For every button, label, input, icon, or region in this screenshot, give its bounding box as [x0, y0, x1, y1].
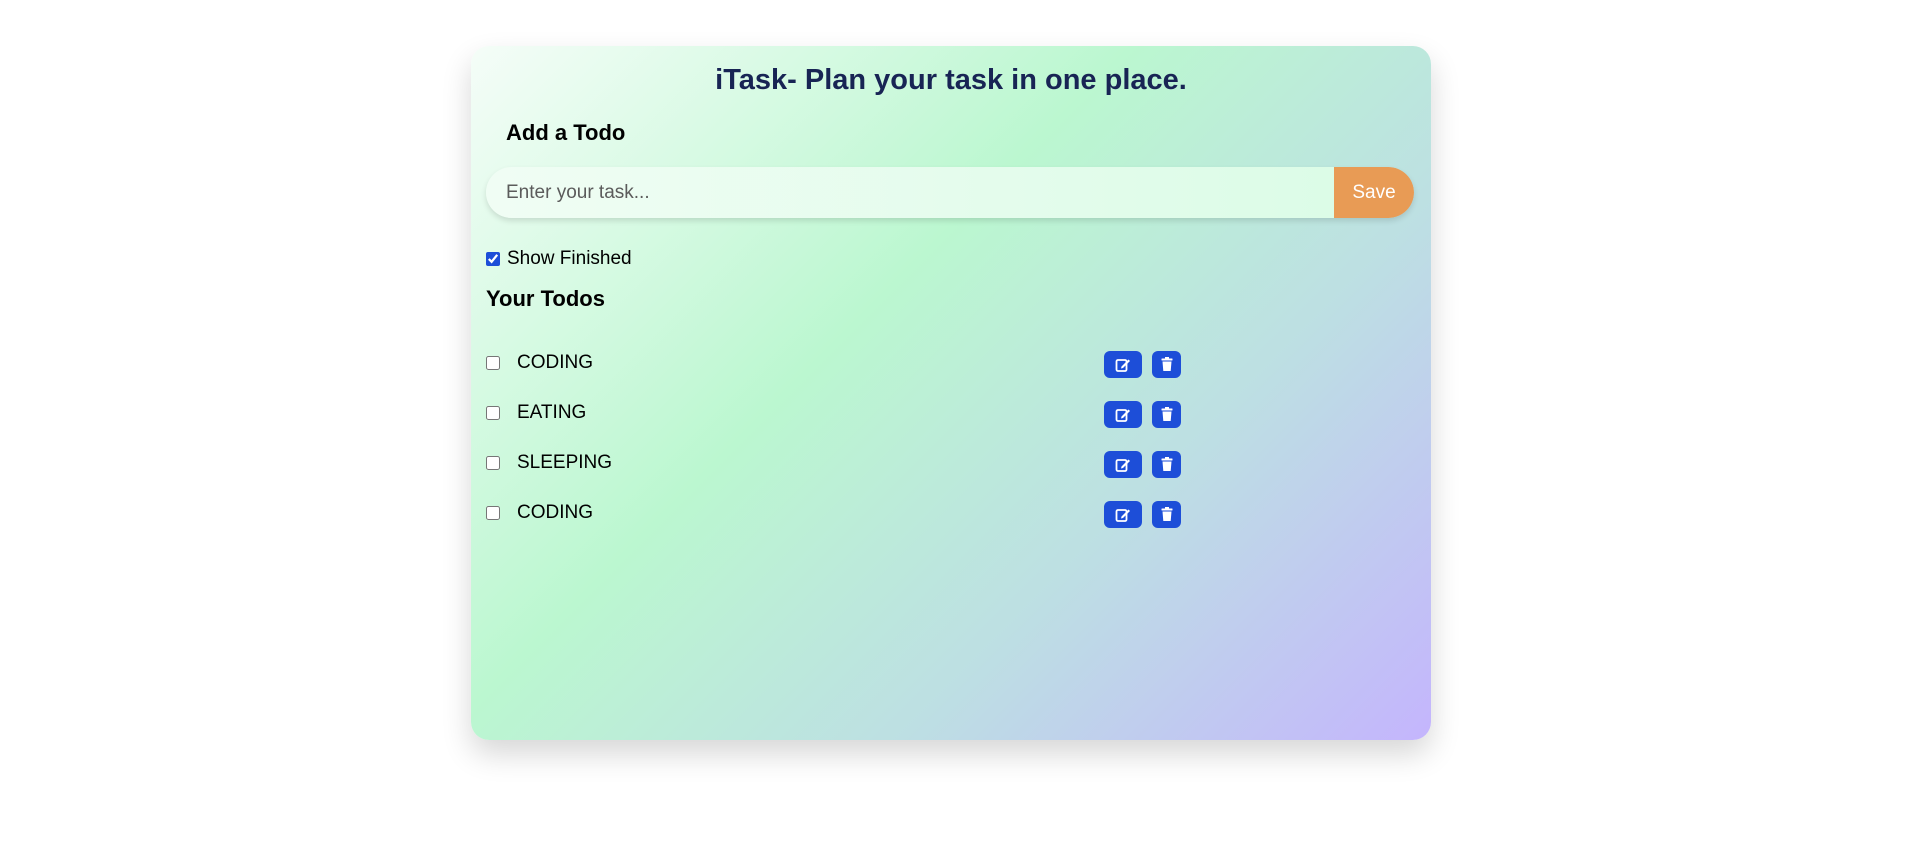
todo-actions [1104, 501, 1181, 528]
show-finished-toggle[interactable]: Show Finished [486, 248, 632, 270]
trash-icon [1161, 507, 1173, 522]
todo-checkbox[interactable] [486, 506, 500, 520]
trash-icon [1161, 357, 1173, 372]
your-todos-heading: Your Todos [486, 286, 605, 311]
todo-actions [1104, 451, 1181, 478]
edit-button[interactable] [1104, 451, 1142, 478]
page: iTask- Plan your task in one place. Add … [0, 0, 1910, 866]
edit-button[interactable] [1104, 401, 1142, 428]
edit-icon [1115, 457, 1131, 473]
todo-text: CODING [517, 352, 593, 373]
add-todo-heading: Add a Todo [506, 120, 626, 145]
todo-list: CODING EATING SLEEPING CODING [486, 338, 1186, 538]
delete-button[interactable] [1152, 501, 1181, 528]
todo-card: iTask- Plan your task in one place. Add … [471, 46, 1431, 740]
trash-icon [1161, 457, 1173, 472]
todo-actions [1104, 401, 1181, 428]
todo-actions [1104, 351, 1181, 378]
todo-item: EATING [486, 388, 1186, 438]
delete-button[interactable] [1152, 401, 1181, 428]
todo-text: SLEEPING [517, 452, 613, 473]
save-button[interactable]: Save [1334, 167, 1414, 218]
todo-text: CODING [517, 502, 593, 523]
show-finished-label: Show Finished [507, 248, 632, 269]
add-todo-form: Save [486, 167, 1414, 218]
trash-icon [1161, 407, 1173, 422]
task-input[interactable] [486, 167, 1334, 218]
edit-button[interactable] [1104, 501, 1142, 528]
todo-checkbox[interactable] [486, 406, 500, 420]
todo-checkbox[interactable] [486, 456, 500, 470]
edit-icon [1115, 507, 1131, 523]
todo-item: SLEEPING [486, 438, 1186, 488]
delete-button[interactable] [1152, 351, 1181, 378]
todo-text: EATING [517, 402, 587, 423]
todo-checkbox[interactable] [486, 356, 500, 370]
edit-icon [1115, 407, 1131, 423]
todo-item: CODING [486, 338, 1186, 388]
delete-button[interactable] [1152, 451, 1181, 478]
edit-button[interactable] [1104, 351, 1142, 378]
todo-item: CODING [486, 488, 1186, 538]
show-finished-checkbox[interactable] [486, 252, 500, 266]
edit-icon [1115, 357, 1131, 373]
page-title: iTask- Plan your task in one place. [715, 64, 1187, 96]
